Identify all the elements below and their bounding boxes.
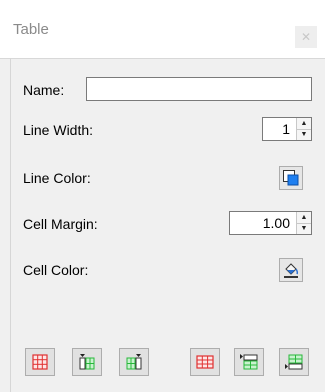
- name-input[interactable]: [86, 77, 312, 101]
- delete-row-icon: [196, 355, 214, 369]
- close-button[interactable]: ✕: [295, 26, 317, 48]
- paint-bucket-icon: [284, 263, 299, 278]
- cell-margin-label: Cell Margin:: [23, 216, 98, 232]
- cell-margin-stepper[interactable]: 1.00 ▲ ▼: [229, 211, 312, 235]
- cell-color-button[interactable]: [279, 258, 303, 282]
- insert-row-before-icon: [240, 354, 258, 370]
- line-width-value[interactable]: 1: [263, 118, 296, 140]
- close-icon: ✕: [300, 30, 312, 44]
- title-bar: Table ✕: [0, 0, 325, 59]
- delete-row-button[interactable]: [190, 348, 220, 376]
- cell-color-label: Cell Color:: [23, 262, 89, 278]
- cell-margin-down-icon[interactable]: ▼: [297, 222, 311, 234]
- delete-table-button[interactable]: [25, 348, 55, 376]
- line-color-label: Line Color:: [23, 170, 91, 186]
- insert-column-before-button[interactable]: [72, 348, 102, 376]
- table-panel: Table ✕ Name: Line Width: 1 ▲ ▼ Line Col…: [0, 0, 325, 392]
- insert-column-after-button[interactable]: [119, 348, 149, 376]
- insert-row-after-button[interactable]: [279, 348, 309, 376]
- line-width-down-icon[interactable]: ▼: [297, 128, 311, 140]
- delete-table-icon: [32, 354, 48, 370]
- line-color-icon: [283, 170, 299, 186]
- name-label: Name:: [23, 82, 65, 98]
- cell-margin-value[interactable]: 1.00: [230, 212, 296, 234]
- line-color-button[interactable]: [279, 166, 303, 190]
- line-width-label: Line Width:: [23, 122, 94, 138]
- panel-title: Table: [13, 21, 49, 38]
- insert-row-after-icon: [285, 354, 303, 370]
- insert-column-before-icon: [79, 354, 95, 370]
- line-width-up-icon[interactable]: ▲: [297, 118, 311, 129]
- insert-column-after-icon: [126, 354, 142, 370]
- line-width-stepper[interactable]: 1 ▲ ▼: [262, 117, 312, 141]
- cell-margin-up-icon[interactable]: ▲: [297, 212, 311, 223]
- insert-row-before-button[interactable]: [234, 348, 264, 376]
